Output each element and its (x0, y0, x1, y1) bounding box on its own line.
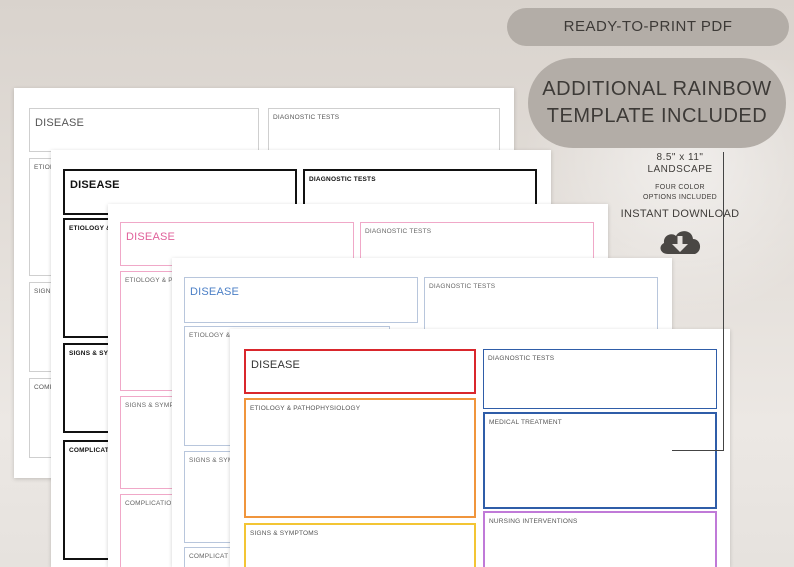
ready-to-print-badge: READY-TO-PRINT PDF (507, 8, 789, 46)
disease-label: DISEASE (35, 117, 85, 129)
nursing-interventions-box: NURSING INTERVENTIONS (483, 511, 717, 567)
diagnostic-tests-box: DIAGNOSTIC TESTS (483, 349, 717, 409)
pointer-line-vertical (723, 152, 724, 450)
etiology-label: ETIOLOGY & PA (125, 277, 177, 284)
complications-label: COMPLICATI (69, 447, 111, 454)
etiology-box: ETIOLOGY & PATHOPHYSIOLOGY (244, 398, 476, 518)
rainbow-line-1: ADDITIONAL RAINBOW (542, 78, 772, 100)
color-options-line-2: OPTIONS INCLUDED (642, 194, 718, 201)
diagnostic-tests-box: DIAGNOSTIC TESTS (268, 108, 500, 152)
diagnostic-tests-label: DIAGNOSTIC TESTS (273, 114, 340, 121)
disease-box: DISEASE (29, 108, 259, 152)
complications-label: COMPLICAT (189, 553, 229, 560)
diagnostic-tests-label: DIAGNOSTIC TESTS (429, 283, 496, 290)
nursing-interventions-label: NURSING INTERVENTIONS (489, 518, 578, 525)
etiology-label: ETIOLOGY & PATHOPHYSIOLOGY (250, 405, 361, 412)
page-size-text: 8.5" x 11" (656, 152, 704, 163)
color-options-line-1: FOUR COLOR (655, 184, 705, 191)
signs-box: SIGNS & SYMPTOMS (244, 523, 476, 567)
page-size-info: 8.5" x 11" LANDSCAPE (630, 152, 730, 176)
instant-download-text: INSTANT DOWNLOAD (620, 208, 740, 220)
disease-label: DISEASE (190, 286, 240, 298)
rainbow-line-2: TEMPLATE INCLUDED (546, 105, 768, 127)
diagnostic-tests-label: DIAGNOSTIC TESTS (365, 228, 432, 235)
signs-box: SIGNS & SYMP (63, 343, 118, 433)
ready-to-print-text: READY-TO-PRINT PDF (563, 18, 733, 35)
disease-label: DISEASE (251, 359, 301, 371)
pointer-line-horizontal (672, 450, 724, 451)
etiology-label: ETIOLOGY & (189, 332, 231, 339)
template-page-rainbow: DISEASE DIAGNOSTIC TESTS ETIOLOGY & PATH… (230, 329, 730, 567)
medical-treatment-box: MEDICAL TREATMENT (483, 412, 717, 509)
diagnostic-tests-box: DIAGNOSTIC TESTS (424, 277, 658, 331)
disease-label: DISEASE (70, 179, 120, 191)
cloud-download-icon (660, 231, 701, 254)
etiology-label: ETIOLOGY & (69, 225, 111, 232)
disease-box: DISEASE (184, 277, 418, 323)
diagnostic-tests-label: DIAGNOSTIC TESTS (309, 176, 376, 183)
orientation-text: LANDSCAPE (647, 164, 713, 175)
disease-box: DISEASE (244, 349, 476, 394)
etiology-box: ETIOLOGY & (63, 218, 113, 338)
complications-box: COMPLICATI (63, 440, 113, 560)
diagnostic-tests-label: DIAGNOSTIC TESTS (488, 355, 555, 362)
rainbow-template-badge: ADDITIONAL RAINBOW TEMPLATE INCLUDED (528, 58, 786, 148)
complications-label: COMPLICATION (125, 500, 177, 507)
medical-treatment-label: MEDICAL TREATMENT (489, 419, 562, 426)
signs-label: SIGNS & SYMP (125, 402, 174, 409)
signs-label: SIGNS & SYMPTOMS (250, 530, 319, 537)
color-options-info: FOUR COLOR OPTIONS INCLUDED (630, 183, 730, 203)
disease-label: DISEASE (126, 231, 176, 243)
signs-label: SIGNS & SYM (189, 457, 234, 464)
